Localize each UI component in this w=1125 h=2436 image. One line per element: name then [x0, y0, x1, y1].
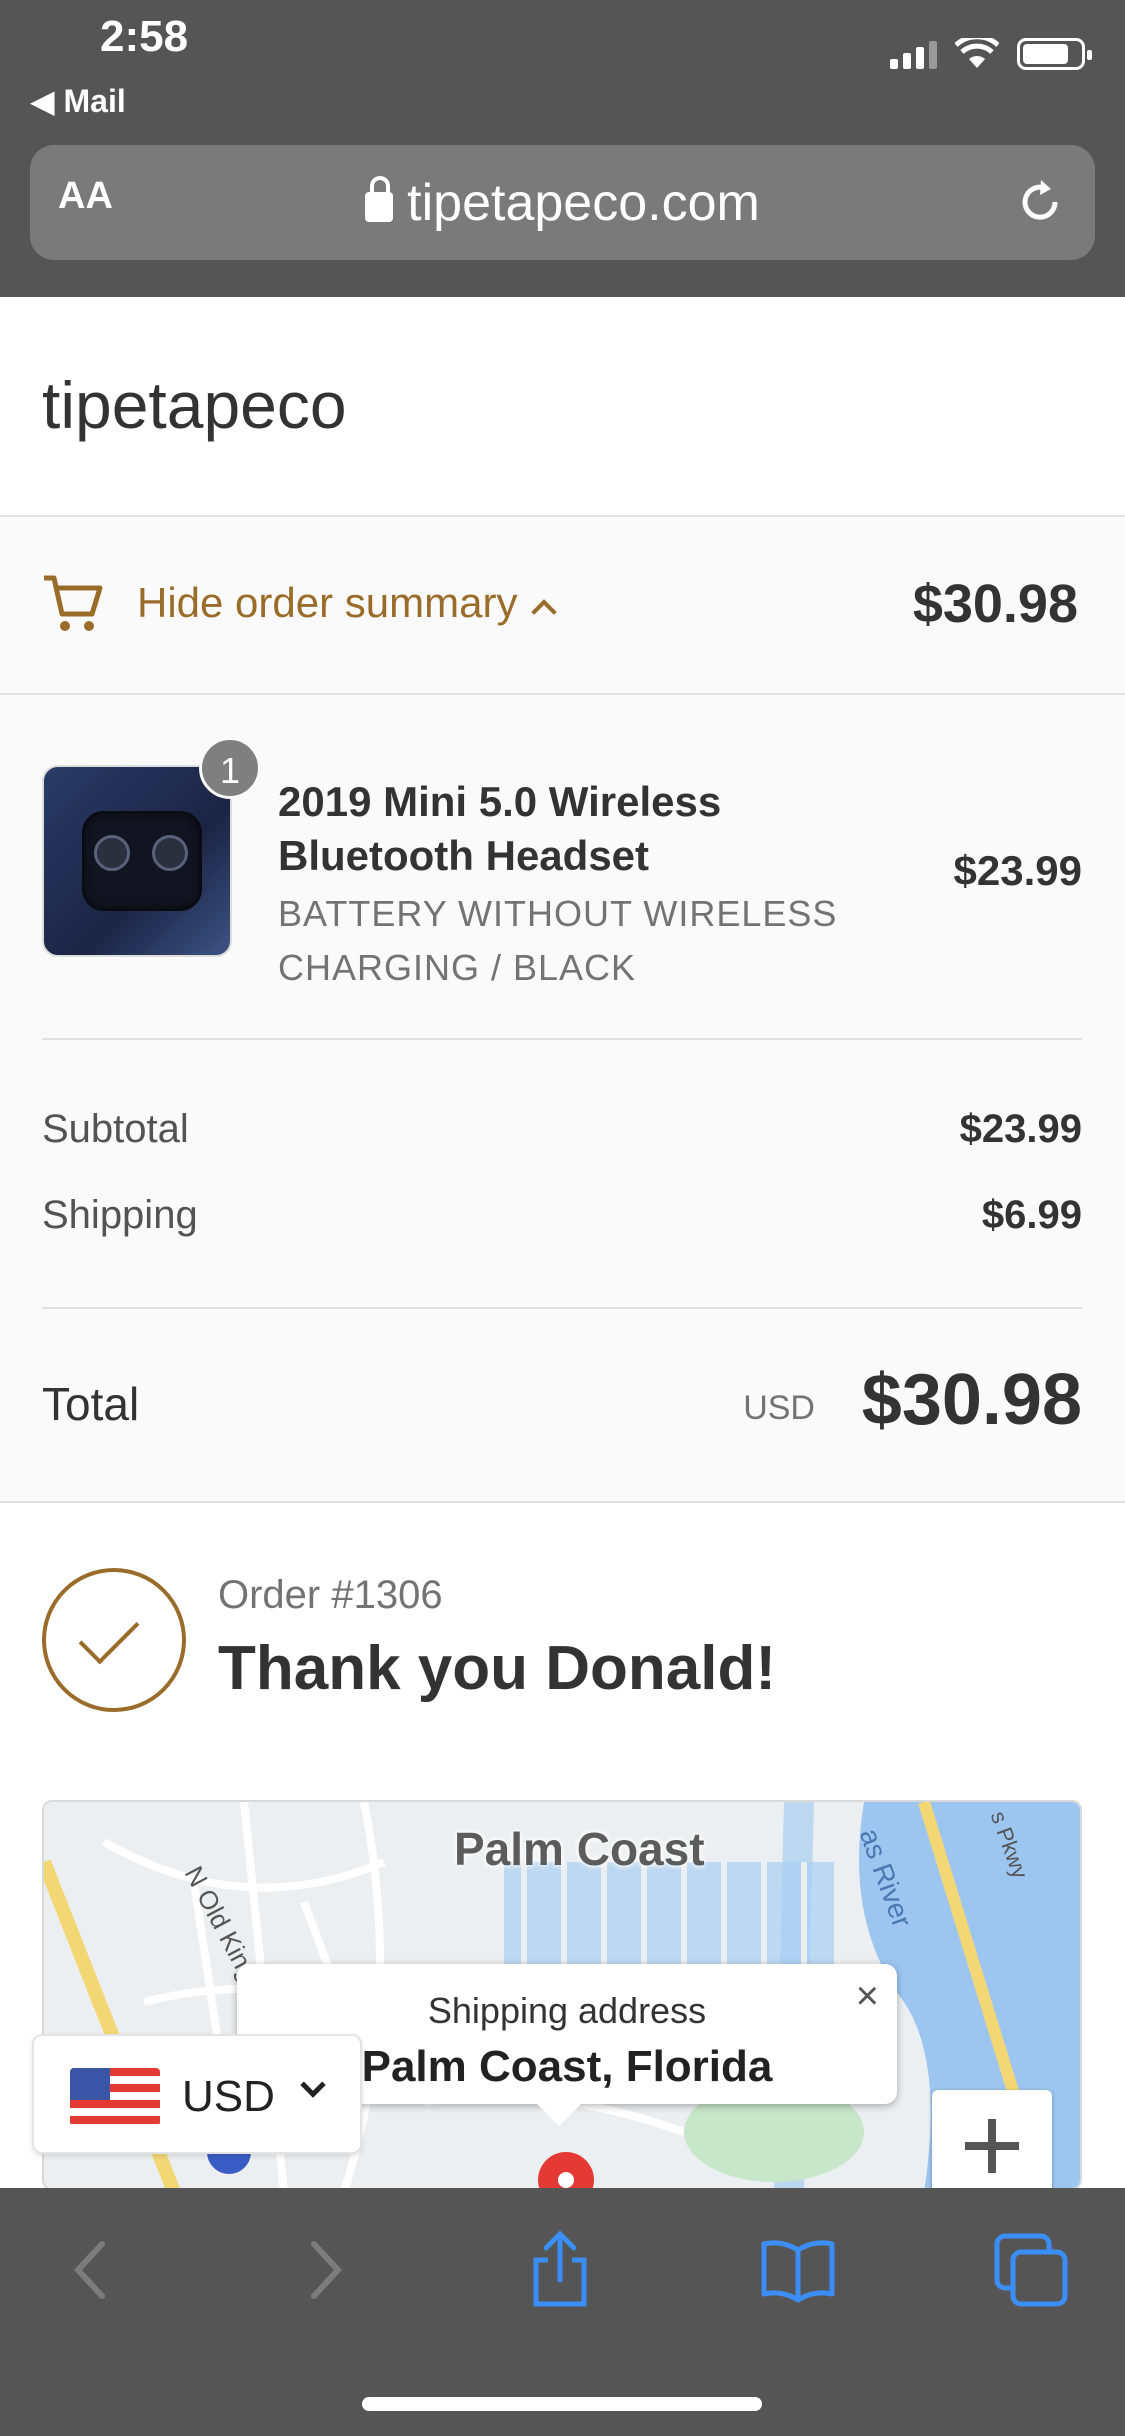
- lock-icon: [365, 176, 394, 222]
- divider: [42, 1307, 1082, 1309]
- product-thumbnail: [42, 765, 232, 957]
- total-value: $30.98: [861, 1360, 1082, 1440]
- cart-icon: [44, 575, 103, 631]
- close-icon[interactable]: ×: [856, 1974, 879, 2019]
- status-time: 2:58: [100, 12, 189, 61]
- cellular-signal-icon: [890, 39, 937, 69]
- shipping-label: Shipping: [42, 1193, 198, 1237]
- toggle-label-text: Hide order summary: [137, 579, 518, 626]
- shipping-value: $6.99: [981, 1193, 1082, 1237]
- shipping-row: Shipping $6.99: [42, 1193, 1082, 1238]
- bookmarks-icon[interactable]: [758, 2230, 838, 2310]
- store-header: tipetapeco: [0, 297, 1125, 517]
- quantity-badge: 1: [199, 737, 261, 799]
- reload-icon[interactable]: [1015, 177, 1065, 227]
- back-to-mail-link[interactable]: ◀ Mail: [30, 82, 126, 120]
- browser-top-chrome: 2:58 ◀ Mail AA tipetapeco.com: [0, 0, 1125, 297]
- total-currency: USD: [743, 1389, 815, 1427]
- order-summary-toggle[interactable]: Hide order summary $30.98: [0, 517, 1125, 695]
- order-number: Order #1306: [218, 1573, 443, 1617]
- currency-value: USD: [182, 2072, 275, 2121]
- subtotal-value: $23.99: [959, 1107, 1082, 1151]
- map-city-label: Palm Coast: [454, 1823, 705, 1875]
- zoom-in-button[interactable]: [932, 2090, 1052, 2188]
- back-icon[interactable]: [52, 2230, 132, 2310]
- forward-icon[interactable]: [284, 2230, 364, 2310]
- url-text: tipetapeco.com: [407, 174, 760, 232]
- status-icons: [890, 38, 1092, 70]
- tabs-icon[interactable]: [993, 2230, 1073, 2310]
- toggle-total: $30.98: [912, 574, 1078, 634]
- checkmark-circle-icon: [42, 1568, 186, 1712]
- store-name[interactable]: tipetapeco: [42, 367, 347, 443]
- product-variant: BATTERY WITHOUT WIRELESS CHARGING / BLAC…: [278, 893, 838, 988]
- product-price: $23.99: [953, 847, 1082, 894]
- home-indicator[interactable]: [362, 2397, 762, 2411]
- thank-you-heading: Thank you Donald!: [218, 1634, 776, 1703]
- battery-icon: [1017, 38, 1092, 70]
- us-flag-icon: [70, 2068, 160, 2126]
- toggle-label[interactable]: Hide order summary: [137, 579, 558, 627]
- subtotal-row: Subtotal $23.99: [42, 1107, 1082, 1152]
- url-display[interactable]: tipetapeco.com: [30, 173, 1095, 233]
- product-line-item: 1 2019 Mini 5.0 Wireless Bluetooth Heads…: [42, 737, 1082, 988]
- currency-selector[interactable]: USD: [32, 2034, 362, 2154]
- subtotal-label: Subtotal: [42, 1107, 189, 1151]
- total-label: Total: [42, 1378, 140, 1430]
- order-summary: Hide order summary $30.98 1 2019 Mini 5.…: [0, 517, 1125, 1503]
- popup-title: Shipping address: [427, 1990, 707, 2031]
- wifi-icon: [955, 38, 999, 68]
- divider: [42, 1038, 1082, 1040]
- address-bar[interactable]: AA tipetapeco.com: [30, 145, 1095, 260]
- chevron-down-icon: [300, 2072, 326, 2098]
- product-title: 2019 Mini 5.0 Wireless Bluetooth Headset: [278, 778, 722, 879]
- chevron-up-icon: [531, 599, 558, 625]
- share-icon[interactable]: [520, 2230, 600, 2310]
